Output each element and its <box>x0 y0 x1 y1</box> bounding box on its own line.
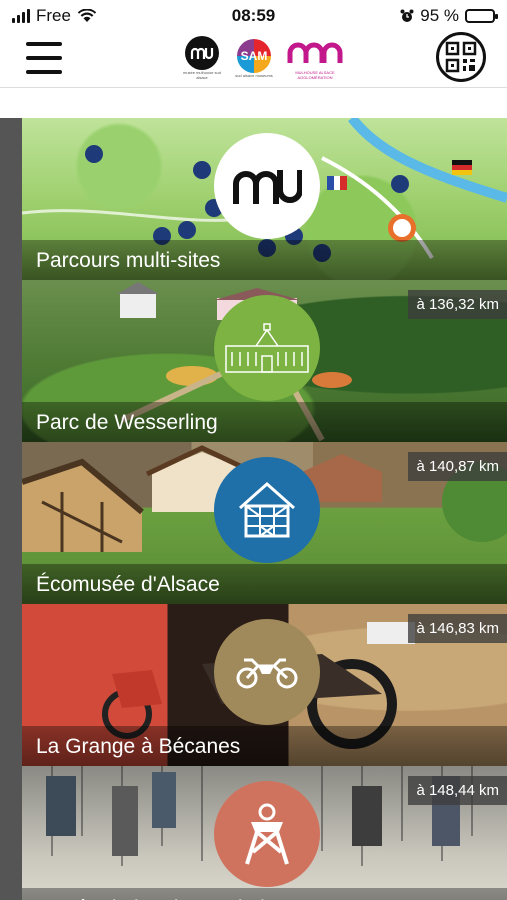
app-header: musée mulhouse sud alsace SAM sud alsace… <box>0 32 507 88</box>
site-title: La Grange à Bécanes <box>22 726 507 766</box>
mine-tower-icon <box>245 803 289 865</box>
site-card-grange[interactable]: à 146,83 km La Grange à Bécanes <box>22 604 507 766</box>
mu-logo-caption: musée mulhouse sud alsace <box>182 70 222 80</box>
motorcycle-icon <box>236 658 298 689</box>
site-icon-circle <box>214 457 320 563</box>
site-card-ecomusee[interactable]: à 140,87 km Écomusée d'Alsace <box>22 442 507 604</box>
site-icon-circle <box>214 295 320 401</box>
distance-badge: à 148,44 km <box>408 776 507 805</box>
site-card-wesserling[interactable]: à 136,32 km Parc de Wesserling <box>22 280 507 442</box>
alarm-icon <box>400 9 414 22</box>
carrier-label: Free <box>36 6 71 25</box>
site-title: Parcours multi-sites <box>22 240 507 280</box>
mu-logo: musée mulhouse sud alsace <box>180 36 224 80</box>
site-icon-circle <box>214 781 320 887</box>
distance-badge: à 136,32 km <box>408 290 507 319</box>
mu-logo-icon <box>233 170 302 204</box>
distance-badge: à 146,83 km <box>408 614 507 643</box>
site-title: Musée de la Mine et de la Potasse <box>22 888 507 900</box>
m2a-logo: MULHOUSE ALSACE AGGLOMÉRATION <box>284 36 346 80</box>
timbered-house-icon <box>239 481 295 538</box>
battery-icon <box>465 9 498 23</box>
site-card-multi[interactable]: Parcours multi-sites <box>22 118 507 280</box>
m2a-logo-caption: MULHOUSE ALSACE AGGLOMÉRATION <box>295 70 335 80</box>
status-left: Free <box>12 6 400 26</box>
site-title: Parc de Wesserling <box>22 402 507 442</box>
sam-logo-badge: SAM <box>237 38 271 73</box>
qr-scan-button[interactable] <box>436 32 486 82</box>
distance-badge: à 140,87 km <box>408 452 507 481</box>
site-icon-circle <box>214 619 320 725</box>
m2a-logo-icon <box>287 42 343 63</box>
status-bar: Free 08:59 95 % <box>0 0 507 32</box>
site-title: Écomusée d'Alsace <box>22 564 507 604</box>
sam-logo-caption: sud alsace museums <box>235 72 273 78</box>
partner-logos: musée mulhouse sud alsace SAM sud alsace… <box>180 36 346 80</box>
castle-icon <box>225 323 309 373</box>
hamburger-menu-button[interactable] <box>26 42 62 74</box>
site-list: Parcours multi-sites à 136,32 km Parc de… <box>0 118 507 900</box>
status-right: 95 % <box>400 6 498 26</box>
site-card-mine[interactable]: à 148,44 km Musée de la Mine et de la Po… <box>22 766 507 900</box>
wifi-icon <box>77 9 97 22</box>
battery-label: 95 % <box>420 6 459 25</box>
site-icon-circle <box>214 133 320 239</box>
mu-logo-icon <box>185 36 219 70</box>
sam-logo: SAM sud alsace museums <box>232 38 276 78</box>
signal-icon <box>12 9 30 23</box>
qr-code-icon <box>445 41 477 73</box>
